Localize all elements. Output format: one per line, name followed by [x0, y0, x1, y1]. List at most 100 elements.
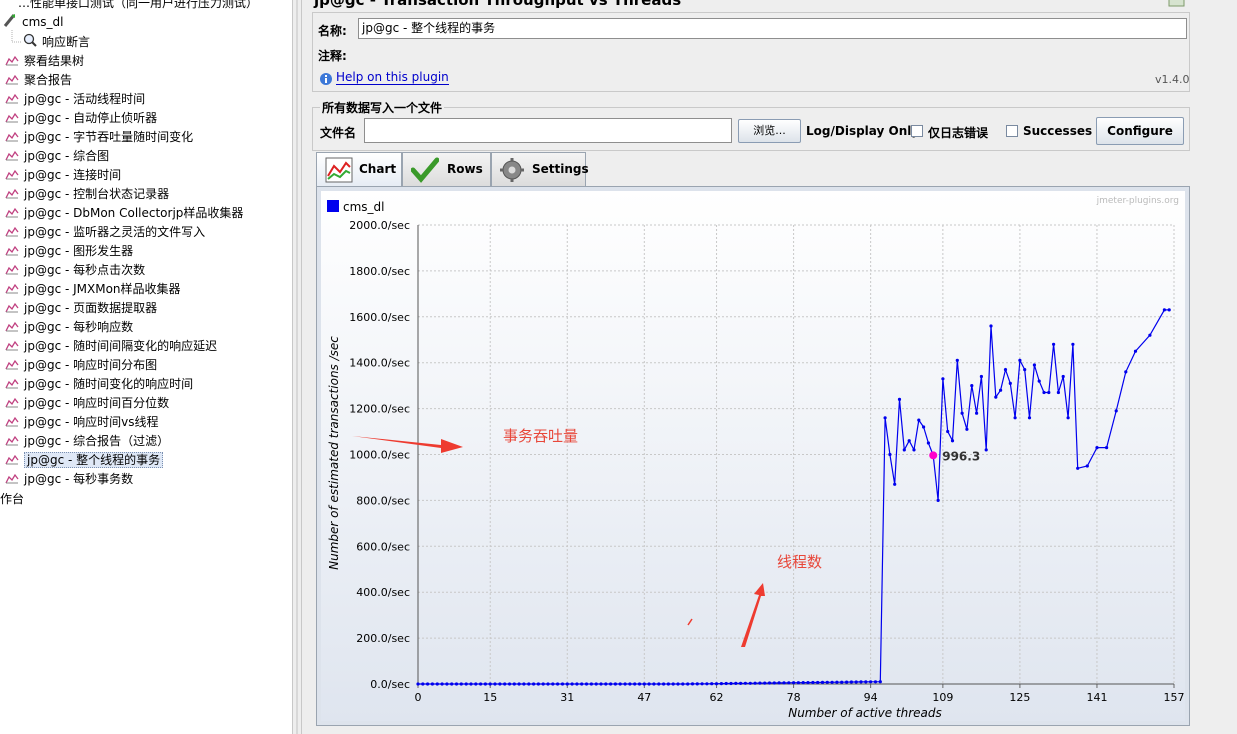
data-point: [671, 682, 675, 686]
data-point: [893, 482, 897, 486]
data-point: [1042, 390, 1046, 395]
data-point: [565, 682, 569, 686]
data-point: [869, 680, 873, 684]
expand-icon[interactable]: [1168, 0, 1186, 8]
data-point: [556, 682, 560, 686]
tab-rows[interactable]: Rows: [402, 152, 491, 186]
data-point: [984, 448, 988, 452]
successes-label: Successes: [1023, 124, 1093, 138]
data-point: [681, 682, 685, 686]
data-point: [527, 682, 531, 686]
x-tick-label: 78: [787, 691, 801, 704]
data-point: [662, 682, 666, 686]
x-tick-label: 141: [1086, 691, 1107, 704]
data-point: [753, 681, 757, 685]
tab-settings[interactable]: Settings: [491, 152, 589, 186]
data-point: [522, 682, 526, 686]
successes-checkbox[interactable]: [1006, 125, 1018, 137]
x-tick-label: 47: [637, 691, 651, 704]
configure-button[interactable]: Configure: [1096, 117, 1184, 145]
data-point: [1037, 379, 1041, 383]
data-point: [772, 681, 776, 685]
data-point: [1032, 363, 1036, 367]
errors-only-checkbox[interactable]: [911, 125, 923, 137]
y-tick-label: 600.0/sec: [356, 540, 410, 553]
data-point: [628, 682, 632, 686]
tab-chart[interactable]: Chart: [316, 152, 402, 187]
tree-item-label: jp@gc - 每秒事务数: [24, 472, 134, 486]
errors-only-label: 仅日志错误: [928, 126, 989, 140]
data-point: [421, 682, 425, 686]
highlight-point: [929, 451, 938, 460]
tree-item-test-plan[interactable]: …性能单接口测试（同一用户进行压力测试）: [18, 0, 258, 13]
listener-panel: jp@gc - Transaction Throughput vs Thread…: [302, 0, 1237, 734]
chart-watermark: jmeter-plugins.org: [1096, 196, 1179, 206]
data-point: [1047, 390, 1051, 395]
data-point: [710, 682, 714, 686]
chart-panel: 0.0/sec 200.0/sec 400.0/sec 600.0/sec 800.0/…: [316, 186, 1190, 726]
name-field[interactable]: jp@gc - 整个线程的事务: [358, 18, 1187, 39]
tree-item-label: 响应断言: [42, 35, 91, 49]
data-point: [416, 682, 420, 686]
data-point: [811, 680, 815, 685]
x-tick-label: 94: [864, 691, 878, 704]
data-point: [994, 395, 998, 399]
data-point: [792, 681, 796, 685]
data-point: [570, 682, 574, 686]
page-title: jp@gc - Transaction Throughput vs Thread…: [314, 0, 682, 9]
data-point: [580, 682, 584, 686]
data-point: [1095, 446, 1099, 450]
data-point: [748, 681, 752, 685]
data-point: [584, 682, 589, 686]
data-point: [1052, 342, 1056, 346]
data-point: [999, 388, 1003, 392]
data-point: [666, 682, 670, 686]
data-point: [1003, 368, 1008, 372]
version-label: v1.4.0: [1155, 73, 1190, 86]
data-point: [618, 682, 622, 686]
data-point: [594, 682, 598, 686]
data-point: [830, 680, 834, 684]
test-plan-tree[interactable]: …性能单接口测试（同一用户进行压力测试） cms_dl 响应断言 察看结果树 聚合报告…: [0, 0, 292, 734]
data-point: [763, 681, 767, 685]
data-point: [989, 324, 993, 328]
data-point: [512, 682, 516, 686]
tab-label: Settings: [532, 162, 589, 176]
data-point: [488, 682, 492, 686]
help-link[interactable]: Help on this plugin: [336, 70, 449, 85]
data-point: [946, 429, 950, 434]
data-point: [450, 682, 454, 686]
data-point: [888, 452, 892, 457]
data-point: [642, 682, 646, 686]
data-point: [1023, 368, 1027, 372]
y-tick-label: 0.0/sec: [370, 678, 410, 691]
data-point: [960, 411, 964, 415]
tree-item-label: jp@gc - 整个线程的事务: [24, 452, 164, 468]
y-tick-label: 1800.0/sec: [349, 265, 410, 278]
log-display-label: Log/Display Only:: [806, 124, 924, 138]
data-point: [1133, 349, 1138, 353]
tree-item-label: jp@gc - 图形发生器: [24, 244, 134, 258]
tree-item-label: jp@gc - DbMon Collectorjp样品收集器: [24, 206, 244, 220]
data-point: [1071, 342, 1075, 346]
throughput-chart: 0.0/sec 200.0/sec 400.0/sec 600.0/sec 800.0/…: [321, 191, 1185, 721]
filename-input[interactable]: [364, 118, 732, 143]
data-point: [637, 682, 642, 686]
data-point: [440, 682, 444, 686]
data-point: [801, 681, 805, 685]
splitter-handle[interactable]: [292, 0, 302, 734]
data-point: [840, 680, 844, 684]
browse-button[interactable]: 浏览...: [738, 119, 801, 143]
data-point: [979, 374, 984, 379]
tree-item-label: jp@gc - 页面数据提取器: [24, 301, 158, 315]
data-point: [503, 682, 507, 686]
tree-item[interactable]: jp@gc - DbMon Collectorjp样品收集器: [5, 204, 243, 223]
x-tick-label: 125: [1009, 691, 1030, 704]
data-point: [1167, 308, 1171, 312]
info-icon: [320, 73, 332, 85]
data-point: [820, 680, 825, 684]
comment-field[interactable]: [358, 44, 1187, 64]
data-point: [474, 682, 478, 686]
data-point: [734, 681, 738, 685]
data-point: [536, 682, 540, 686]
